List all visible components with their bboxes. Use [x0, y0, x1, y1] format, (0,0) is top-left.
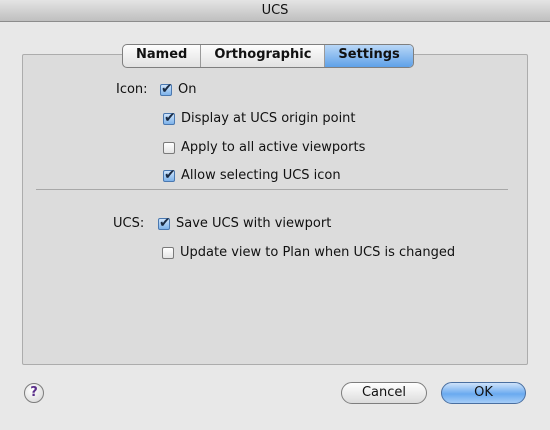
tab-orthographic[interactable]: Orthographic	[201, 45, 326, 67]
checkbox-checked-icon	[160, 80, 173, 98]
checkbox-checked-icon	[163, 166, 176, 184]
apply-all-viewports-checkbox[interactable]: Apply to all active viewports	[163, 139, 365, 157]
settings-panel	[22, 54, 528, 365]
help-icon[interactable]: ?	[24, 383, 44, 403]
checkbox-checked-icon	[163, 109, 176, 127]
checkbox-unchecked-icon	[163, 142, 175, 154]
section-divider	[36, 189, 508, 190]
tab-settings[interactable]: Settings	[325, 45, 413, 67]
tab-bar: Named Orthographic Settings	[122, 44, 414, 68]
checkbox-label: Update view to Plan when UCS is changed	[180, 245, 456, 260]
checkbox-checked-icon	[158, 214, 171, 232]
checkbox-unchecked-icon	[162, 247, 174, 259]
window-title: UCS	[0, 0, 550, 22]
checkbox-label: Display at UCS origin point	[181, 111, 356, 126]
icon-section-label: Icon:	[116, 82, 148, 97]
cancel-button[interactable]: Cancel	[341, 382, 427, 404]
checkbox-label: Apply to all active viewports	[181, 140, 366, 155]
ucs-section-label: UCS:	[113, 216, 145, 231]
checkbox-label: On	[178, 82, 197, 97]
update-view-to-plan-checkbox[interactable]: Update view to Plan when UCS is changed	[162, 244, 455, 262]
ok-button[interactable]: OK	[441, 382, 526, 404]
icon-on-checkbox[interactable]: On	[160, 80, 197, 99]
ucs-dialog: UCS Named Orthographic Settings Icon: On…	[0, 0, 550, 430]
checkbox-label: Allow selecting UCS icon	[181, 168, 341, 183]
save-ucs-with-viewport-checkbox[interactable]: Save UCS with viewport	[158, 214, 332, 233]
tab-named[interactable]: Named	[123, 45, 202, 67]
checkbox-label: Save UCS with viewport	[176, 216, 332, 231]
display-at-origin-checkbox[interactable]: Display at UCS origin point	[163, 109, 356, 128]
allow-selecting-icon-checkbox[interactable]: Allow selecting UCS icon	[163, 166, 341, 185]
